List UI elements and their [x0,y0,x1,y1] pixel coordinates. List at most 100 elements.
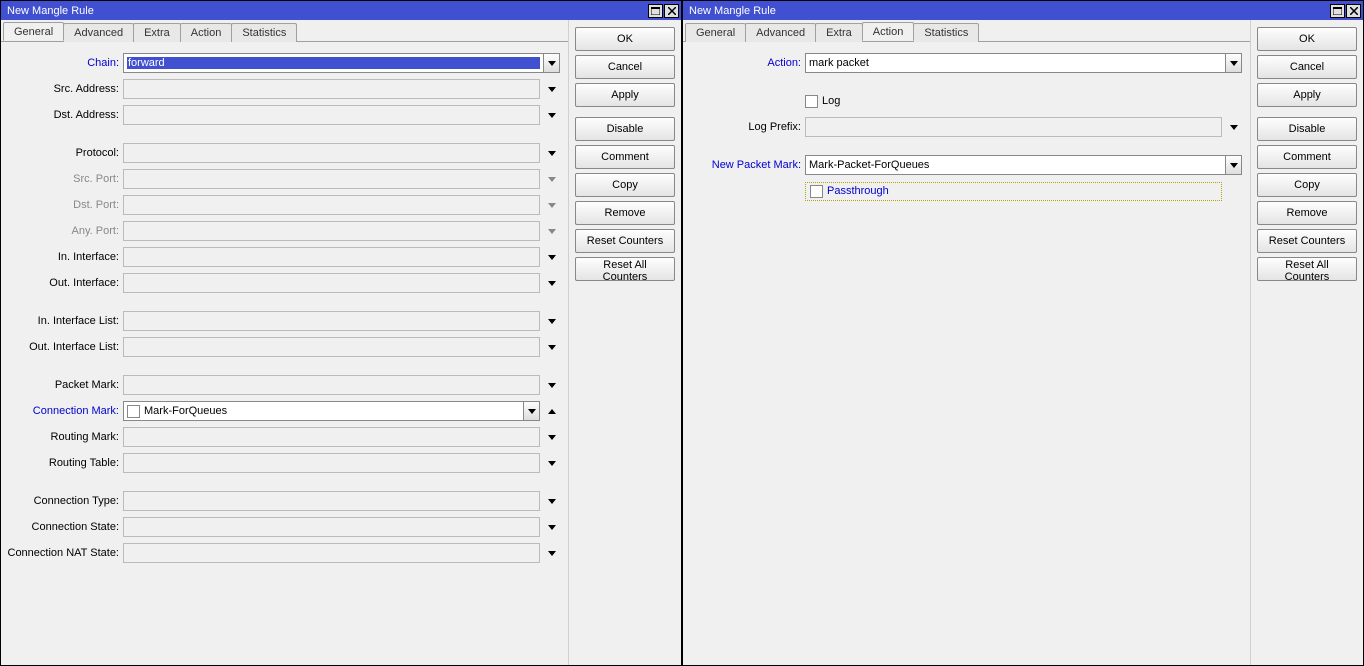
cancel-button[interactable]: Cancel [1257,55,1357,79]
routing-mark-field[interactable] [123,427,540,447]
label-out-interface: Out. Interface: [1,277,123,289]
connection-state-field[interactable] [123,517,540,537]
chain-dropdown-icon[interactable] [543,53,560,73]
tab-statistics[interactable]: Statistics [231,23,297,42]
out-interface-expand-icon[interactable] [543,273,560,293]
passthrough-label: Passthrough [827,185,889,197]
action-field[interactable]: mark packet [805,53,1226,73]
label-in-interface: In. Interface: [1,251,123,263]
in-interface-field[interactable] [123,247,540,267]
copy-button[interactable]: Copy [1257,173,1357,197]
connection-nat-state-field[interactable] [123,543,540,563]
maximize-icon[interactable] [1330,4,1345,18]
label-dst-address: Dst. Address: [1,109,123,121]
connection-type-expand-icon[interactable] [543,491,560,511]
reset-all-counters-button[interactable]: Reset All Counters [575,257,675,281]
label-packet-mark: Packet Mark: [1,379,123,391]
tab-action[interactable]: Action [862,22,915,41]
passthrough-checkbox[interactable]: Passthrough [805,182,1222,201]
window-title: New Mangle Rule [7,5,647,17]
remove-button[interactable]: Remove [575,201,675,225]
close-icon[interactable] [664,4,679,18]
label-log-prefix: Log Prefix: [683,121,805,133]
tabs: General Advanced Extra Action Statistics [1,20,568,42]
dst-port-field [123,195,540,215]
window-title: New Mangle Rule [689,5,1329,17]
tab-general[interactable]: General [685,23,746,42]
ok-button[interactable]: OK [1257,27,1357,51]
disable-button[interactable]: Disable [1257,117,1357,141]
dst-port-expand-icon [543,195,560,215]
comment-button[interactable]: Comment [1257,145,1357,169]
label-connection-nat-state: Connection NAT State: [1,547,123,559]
maximize-icon[interactable] [648,4,663,18]
reset-all-counters-button[interactable]: Reset All Counters [1257,257,1357,281]
connection-state-expand-icon[interactable] [543,517,560,537]
label-any-port: Any. Port: [1,225,123,237]
new-packet-mark-field[interactable]: Mark-Packet-ForQueues [805,155,1226,175]
label-connection-mark: Connection Mark: [1,405,123,417]
dst-address-field[interactable] [123,105,540,125]
tab-extra[interactable]: Extra [815,23,863,42]
out-interface-list-field[interactable] [123,337,540,357]
remove-button[interactable]: Remove [1257,201,1357,225]
label-protocol: Protocol: [1,147,123,159]
ok-button[interactable]: OK [575,27,675,51]
in-interface-list-field[interactable] [123,311,540,331]
label-connection-type: Connection Type: [1,495,123,507]
tab-action[interactable]: Action [180,23,233,42]
label-new-packet-mark: New Packet Mark: [683,159,805,171]
dst-address-expand-icon[interactable] [543,105,560,125]
cancel-button[interactable]: Cancel [575,55,675,79]
protocol-expand-icon[interactable] [543,143,560,163]
tab-advanced[interactable]: Advanced [63,23,134,42]
routing-table-field[interactable] [123,453,540,473]
new-packet-mark-dropdown-icon[interactable] [1225,155,1242,175]
copy-button[interactable]: Copy [575,173,675,197]
out-interface-field[interactable] [123,273,540,293]
close-icon[interactable] [1346,4,1361,18]
log-prefix-expand-icon[interactable] [1225,117,1242,137]
chain-field[interactable]: forward [123,53,544,73]
tab-general[interactable]: General [3,22,64,41]
comment-button[interactable]: Comment [575,145,675,169]
in-interface-expand-icon[interactable] [543,247,560,267]
label-in-interface-list: In. Interface List: [1,315,123,327]
routing-table-expand-icon[interactable] [543,453,560,473]
apply-button[interactable]: Apply [575,83,675,107]
connection-mark-invert-checkbox[interactable] [127,405,140,418]
label-dst-port: Dst. Port: [1,199,123,211]
src-address-expand-icon[interactable] [543,79,560,99]
packet-mark-expand-icon[interactable] [543,375,560,395]
tabs: General Advanced Extra Action Statistics [683,20,1250,42]
packet-mark-field[interactable] [123,375,540,395]
out-interface-list-expand-icon[interactable] [543,337,560,357]
routing-mark-expand-icon[interactable] [543,427,560,447]
tab-statistics[interactable]: Statistics [913,23,979,42]
titlebar[interactable]: New Mangle Rule [1,1,681,20]
any-port-expand-icon [543,221,560,241]
form-action: Action: mark packet Log [683,42,1250,665]
connection-mark-collapse-icon[interactable] [543,401,560,421]
connection-mark-dropdown-icon[interactable] [523,401,540,421]
label-routing-mark: Routing Mark: [1,431,123,443]
connection-type-field[interactable] [123,491,540,511]
connection-nat-state-expand-icon[interactable] [543,543,560,563]
label-src-address: Src. Address: [1,83,123,95]
log-checkbox[interactable]: Log [805,95,840,108]
reset-counters-button[interactable]: Reset Counters [1257,229,1357,253]
disable-button[interactable]: Disable [575,117,675,141]
window-general: New Mangle Rule General Advanced Extra A… [0,0,682,666]
form-general: Chain: forward Src. Address: Dst. Addres… [1,42,568,665]
src-address-field[interactable] [123,79,540,99]
connection-mark-field[interactable]: Mark-ForQueues [123,401,524,421]
tab-extra[interactable]: Extra [133,23,181,42]
apply-button[interactable]: Apply [1257,83,1357,107]
titlebar[interactable]: New Mangle Rule [683,1,1363,20]
action-dropdown-icon[interactable] [1225,53,1242,73]
log-prefix-field[interactable] [805,117,1222,137]
tab-advanced[interactable]: Advanced [745,23,816,42]
protocol-field[interactable] [123,143,540,163]
reset-counters-button[interactable]: Reset Counters [575,229,675,253]
in-interface-list-expand-icon[interactable] [543,311,560,331]
